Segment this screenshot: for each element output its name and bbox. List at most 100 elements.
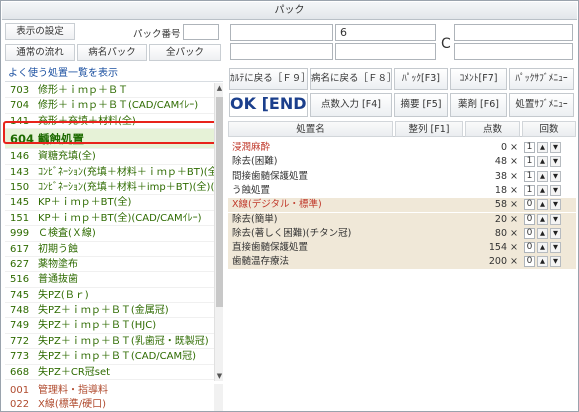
treatment-row[interactable]: X線(デジタル・標準) 58 × 0 ▲ ▼	[228, 198, 576, 213]
back-to-disease-button[interactable]: 病名に戻る［Ｆ８］	[310, 68, 392, 90]
treatment-item[interactable]: 999 Ｃ検査(Ｘ線)	[5, 226, 214, 242]
treatment-item[interactable]: 145 KP＋ｉｍｐ＋BT(全)	[5, 195, 214, 211]
increment-icon[interactable]: ▲	[537, 184, 548, 196]
category-item[interactable]: 001 管理料・指導料	[5, 384, 214, 398]
decrement-icon[interactable]: ▼	[550, 242, 561, 254]
pack-button[interactable]: ﾊﾟｯｸ[F3]	[394, 68, 448, 90]
top-field-2[interactable]	[230, 43, 333, 60]
all-pack-button[interactable]: 全パック	[149, 44, 221, 61]
treatment-label: 修形＋ｉｍｐ＋ＢＴ(CAD/CAMｲﾚｰ)	[38, 100, 199, 112]
scroll-thumb[interactable]	[216, 97, 223, 307]
normal-flow-button[interactable]: 通常の流れ	[5, 44, 75, 61]
treatment-submenu-button[interactable]: 処置ｻﾌﾞﾒﾆｭｰ	[509, 93, 574, 117]
row-count-input[interactable]: 1	[524, 156, 535, 168]
treatment-row[interactable]: 歯髄温存療法 200 × 0 ▲ ▼	[228, 255, 576, 270]
scroll-down-icon[interactable]: ▼	[215, 372, 224, 380]
increment-icon[interactable]: ▲	[537, 156, 548, 168]
increment-icon[interactable]: ▲	[537, 256, 548, 268]
treatment-row[interactable]: 間接歯髄保護処置 38 × 1 ▲ ▼	[228, 170, 576, 184]
increment-icon[interactable]: ▲	[537, 242, 548, 254]
treatment-item[interactable]: 748 失PZ＋ｉｍｐ＋ＢＴ(金属冠)	[5, 303, 214, 319]
row-name: 直接歯髄保護処置	[232, 242, 309, 254]
back-to-karte-button[interactable]: ｶﾙﾃに戻る［Ｆ９］	[229, 68, 308, 90]
category-list-scrollbar[interactable]	[214, 384, 223, 411]
category-label: 管理料・指導料	[38, 385, 108, 396]
treatment-item[interactable]: 668 失PZ＋CR冠set	[5, 365, 214, 381]
treatment-item[interactable]: 772 失PZ＋ｉｍｐ＋ＢＴ(乳歯冠・既製冠)	[5, 334, 214, 350]
treatment-item[interactable]: 627 薬物塗布	[5, 257, 214, 273]
comment-button[interactable]: ｺﾒﾝﾄ[F7]	[450, 68, 507, 90]
pack-number-input[interactable]	[183, 24, 219, 40]
decrement-icon[interactable]: ▼	[550, 142, 561, 153]
treatment-item[interactable]: 754生PZ(Ｂｒ)	[5, 380, 214, 381]
decrement-icon[interactable]: ▼	[550, 227, 561, 239]
drug-button[interactable]: 薬剤 [F6]	[450, 93, 507, 117]
row-count-input[interactable]: 1	[524, 170, 535, 182]
treatment-label: 失PZ＋ｉｍｐ＋ＢＴ(乳歯冠・既製冠)	[38, 335, 209, 347]
treatment-list-scrollbar[interactable]: ▲ ▼	[214, 83, 223, 381]
sort-button[interactable]: 整列 [F1]	[395, 121, 463, 137]
decrement-icon[interactable]: ▼	[550, 156, 561, 168]
treatment-item[interactable]: 773 失PZ＋ｉｍｐ＋ＢＴ(CAD/CAM冠)	[5, 349, 214, 365]
treatment-item[interactable]: 151 KP＋ｉｍｐ＋BT(全)(CAD/CAMｲﾚｰ)	[5, 211, 214, 227]
row-points: 20 ×	[494, 213, 518, 225]
treatment-row[interactable]: 除去(困難) 48 × 1 ▲ ▼	[228, 155, 576, 169]
decrement-icon[interactable]: ▼	[550, 213, 561, 225]
row-count-input[interactable]: 0	[524, 242, 535, 254]
decrement-icon[interactable]: ▼	[550, 199, 561, 211]
decrement-icon[interactable]: ▼	[550, 170, 561, 182]
increment-icon[interactable]: ▲	[537, 170, 548, 182]
treatment-item[interactable]: 704 修形＋ｉｍｐ＋ＢＴ(CAD/CAMｲﾚｰ)	[5, 98, 214, 114]
treatment-item[interactable]: 516 普通抜歯	[5, 272, 214, 288]
treatment-row[interactable]: 除去(簡単) 20 × 0 ▲ ▼	[228, 212, 576, 227]
increment-icon[interactable]: ▲	[537, 213, 548, 225]
top-field-6[interactable]	[454, 43, 573, 60]
treatment-item[interactable]: 143 ｺﾝﾋﾞﾈｰｼｮﾝ(充填＋材料＋ｉｍｐ＋BT)(全)	[5, 165, 214, 180]
category-item[interactable]: 022 X線(標準/硬口)	[5, 398, 214, 411]
top-field-1[interactable]	[230, 24, 333, 41]
treatment-label: 普通抜歯	[38, 274, 78, 286]
disease-pack-button[interactable]: 病名パック	[77, 44, 147, 61]
row-count-input[interactable]: 1	[524, 184, 535, 196]
top-field-value[interactable]: 6	[335, 24, 436, 41]
column-name[interactable]: 処置名	[228, 121, 393, 137]
display-settings-button[interactable]: 表示の設定	[5, 23, 75, 40]
treatment-label: 失PZ＋ｉｍｐ＋ＢＴ(CAD/CAM冠)	[38, 351, 197, 363]
treatment-row[interactable]: 除去(著しく困難)(チタン冠) 80 × 0 ▲ ▼	[228, 226, 576, 241]
frequent-treatment-heading[interactable]: よく使う処置一覧を表示	[5, 66, 223, 82]
treatment-item[interactable]: 146 資糖充填(全)	[5, 149, 214, 165]
category-list: 001 管理料・指導料 022 X線(標準/硬口)	[5, 384, 214, 411]
column-points[interactable]: 点数	[465, 121, 520, 137]
treatment-table-header: 処置名 整列 [F1] 点数 回数	[228, 121, 576, 137]
decrement-icon[interactable]: ▼	[550, 256, 561, 268]
pack-submenu-button[interactable]: ﾊﾟｯｸｻﾌﾞﾒﾆｭｰ	[509, 68, 574, 90]
top-field-5[interactable]	[454, 24, 573, 41]
treatment-item[interactable]: 745 失PZ(Ｂｒ)	[5, 288, 214, 304]
row-count-input[interactable]: 0	[524, 199, 535, 211]
treatment-item[interactable]: 150 ｺﾝﾋﾞﾈｰｼｮﾝ(充填＋材料＋imp＋BT)(全)(CAI	[5, 180, 214, 196]
increment-icon[interactable]: ▲	[537, 199, 548, 211]
top-field-4[interactable]	[335, 43, 436, 60]
row-count-input[interactable]: 0	[524, 227, 535, 239]
treatment-row[interactable]: 浸潤麻酔 0 × 1 ▲ ▼	[228, 141, 576, 155]
category-label: X線(標準/硬口)	[38, 399, 107, 410]
treatment-item[interactable]: 703 修形＋ｉｍｐ＋ＢＴ	[5, 83, 214, 99]
treatment-item[interactable]: 617 初期う蝕	[5, 242, 214, 257]
column-times[interactable]: 回数	[522, 121, 576, 137]
ok-end-button[interactable]: OK [END]	[229, 93, 308, 117]
row-points: 58 ×	[494, 199, 518, 211]
treatment-label: 失PZ＋ｉｍｐ＋ＢＴ(金属冠)	[38, 305, 169, 317]
scroll-up-icon[interactable]: ▲	[215, 84, 224, 92]
treatment-row[interactable]: う蝕処置 18 × 1 ▲ ▼	[228, 184, 576, 198]
increment-icon[interactable]: ▲	[537, 142, 548, 153]
treatment-item[interactable]: 749 失PZ＋ｉｍｐ＋ＢＴ(HJC)	[5, 318, 214, 334]
treatment-label: 薬物塗布	[38, 258, 78, 270]
points-input-button[interactable]: 点数入力 [F4]	[310, 93, 392, 117]
row-count-input[interactable]: 0	[524, 256, 535, 268]
increment-icon[interactable]: ▲	[537, 227, 548, 239]
row-count-input[interactable]: 0	[524, 213, 535, 225]
row-count-input[interactable]: 1	[524, 142, 535, 153]
treatment-row[interactable]: 直接歯髄保護処置 154 × 0 ▲ ▼	[228, 241, 576, 256]
decrement-icon[interactable]: ▼	[550, 184, 561, 196]
summary-button[interactable]: 摘要 [F5]	[394, 93, 448, 117]
